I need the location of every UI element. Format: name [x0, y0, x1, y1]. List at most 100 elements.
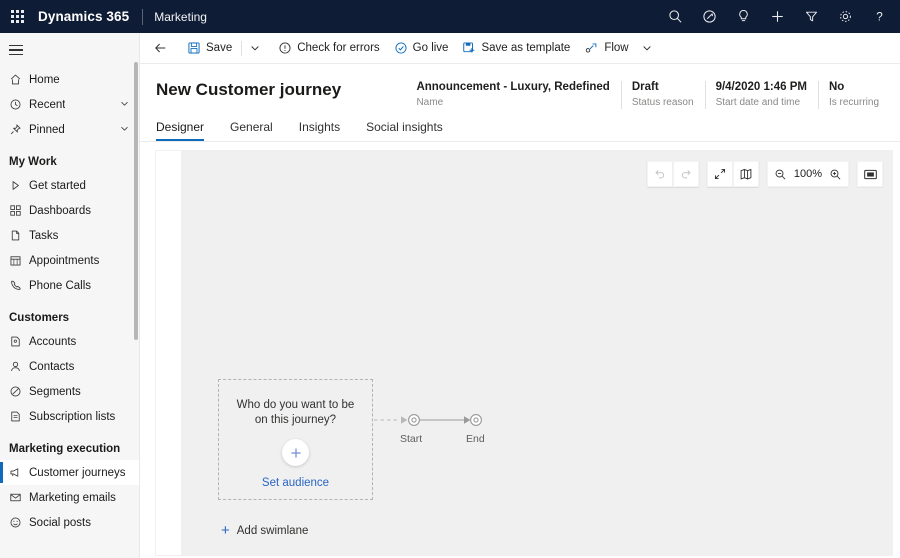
sidebar-item-recent[interactable]: Recent — [0, 92, 139, 117]
expand-button[interactable] — [706, 161, 733, 187]
metadata-label: Status reason — [631, 97, 694, 108]
back-arrow-icon — [153, 41, 168, 55]
save-as-template-button[interactable]: Save as template — [455, 33, 577, 64]
zoom-out-button[interactable] — [771, 161, 791, 187]
sidebar-item-segments[interactable]: Segments — [0, 379, 139, 404]
add-swimlane-button[interactable]: + Add swimlane — [221, 523, 308, 538]
help-icon[interactable]: ? — [862, 0, 896, 33]
zoom-in-button[interactable] — [825, 161, 845, 187]
segment-icon — [9, 385, 29, 398]
account-icon — [9, 335, 29, 348]
metadata-label: Name — [416, 97, 444, 108]
chevron-down-icon[interactable] — [120, 99, 129, 111]
flow-label: Flow — [604, 42, 629, 54]
sidebar-item-label: Tasks — [29, 229, 59, 242]
metadata-field-name[interactable]: Announcement - Luxury, Redefined Name — [405, 80, 620, 108]
svg-text:?: ? — [876, 11, 883, 24]
save-as-template-label: Save as template — [481, 42, 571, 54]
plus-icon — [290, 447, 301, 458]
save-options-button[interactable] — [244, 33, 271, 64]
sidebar-item-tasks[interactable]: Tasks — [0, 223, 139, 248]
check-circle-icon — [394, 41, 408, 55]
tab-designer[interactable]: Designer — [156, 120, 212, 141]
app-name-label[interactable]: Marketing — [154, 10, 207, 24]
check-for-errors-button[interactable]: Check for errors — [271, 33, 386, 64]
sidebar-group-marketing-execution: Marketing execution — [9, 443, 121, 455]
sidebar-item-subscription-lists[interactable]: Subscription lists — [0, 404, 139, 429]
sidebar-item-label: Home — [29, 73, 60, 86]
journey-flow-connector: Start End — [374, 409, 504, 454]
sidebar-item-label: Pinned — [29, 123, 65, 136]
set-audience-card[interactable]: Who do you want to be on this journey? S… — [218, 379, 373, 500]
back-button[interactable] — [146, 33, 180, 64]
flow-options-button[interactable] — [636, 33, 663, 64]
sidebar-item-customer-journeys[interactable]: Customer journeys — [0, 460, 139, 485]
search-icon[interactable] — [658, 0, 692, 33]
designer-surface: 100% Who do you want to be on this journ — [155, 150, 893, 556]
sidebar-item-phone-calls[interactable]: Phone Calls — [0, 273, 139, 298]
save-label: Save — [206, 42, 233, 54]
metadata-value: Draft — [631, 81, 659, 93]
command-divider — [241, 40, 243, 56]
plus-icon[interactable] — [760, 0, 794, 33]
fit-to-screen-button[interactable] — [857, 161, 883, 187]
journey-canvas[interactable]: 100% Who do you want to be on this journ — [181, 151, 892, 555]
go-live-button[interactable]: Go live — [387, 33, 456, 64]
flow-icon — [584, 41, 599, 55]
filter-icon[interactable] — [794, 0, 828, 33]
sidebar-item-home[interactable]: Home — [0, 67, 139, 92]
sidebar-item-label: Subscription lists — [29, 410, 116, 423]
gear-icon[interactable] — [828, 0, 862, 33]
sidebar-item-contacts[interactable]: Contacts — [0, 354, 139, 379]
metadata-value: 9/4/2020 1:46 PM — [715, 81, 807, 93]
tab-general[interactable]: General — [222, 120, 281, 141]
subscription-list-icon — [9, 410, 29, 423]
set-audience-link[interactable]: Set audience — [262, 477, 329, 489]
save-button[interactable]: Save — [180, 33, 239, 64]
lightbulb-icon[interactable] — [726, 0, 760, 33]
minimap-button[interactable] — [732, 161, 759, 187]
sidebar-item-get-started[interactable]: Get started — [0, 173, 139, 198]
metadata-value: Announcement - Luxury, Redefined — [416, 81, 610, 93]
metadata-value: No — [828, 81, 845, 93]
undo-redo-group — [646, 161, 699, 187]
designer-toolbar: 100% — [646, 161, 883, 187]
sidebar-item-label: Recent — [29, 98, 66, 111]
clock-icon — [9, 98, 29, 111]
sidebar-item-label: Marketing emails — [29, 491, 116, 504]
chevron-down-icon — [642, 43, 652, 53]
add-audience-button[interactable] — [282, 439, 309, 466]
envelope-icon — [9, 491, 29, 504]
undo-button[interactable] — [646, 161, 673, 187]
sidebar-item-label: Accounts — [29, 335, 77, 348]
tab-bar: Designer General Insights Social insight… — [140, 112, 900, 142]
flow-button[interactable]: Flow — [577, 33, 635, 64]
app-launcher-button[interactable] — [0, 0, 34, 33]
relevance-search-icon[interactable] — [692, 0, 726, 33]
tab-insights[interactable]: Insights — [291, 120, 348, 141]
sidebar-item-social-posts[interactable]: Social posts — [0, 510, 139, 535]
tab-social-insights[interactable]: Social insights — [358, 120, 451, 141]
sidebar-item-dashboards[interactable]: Dashboards — [0, 198, 139, 223]
metadata-field-start-date[interactable]: 9/4/2020 1:46 PM Start date and time — [704, 80, 818, 109]
main-content-area: Save Check for errors Go live Save as te… — [140, 33, 900, 558]
sidebar-scrollbar-thumb[interactable] — [133, 62, 138, 340]
view-group — [706, 161, 759, 187]
chevron-down-icon[interactable] — [120, 124, 129, 136]
sidebar-item-accounts[interactable]: Accounts — [0, 329, 139, 354]
brand-title[interactable]: Dynamics 365 — [38, 9, 129, 24]
sidebar-item-label: Customer journeys — [29, 466, 126, 479]
metadata-field-is-recurring[interactable]: No Is recurring — [817, 80, 890, 109]
sidebar-item-pinned[interactable]: Pinned — [0, 117, 139, 142]
redo-button[interactable] — [672, 161, 699, 187]
sidebar-item-label: Get started — [29, 179, 86, 192]
metadata-field-status-reason[interactable]: Draft Status reason — [620, 80, 705, 109]
dashboard-icon — [9, 204, 29, 217]
sitemap-toggle-button[interactable] — [0, 33, 139, 67]
top-nav-actions: ? — [658, 0, 900, 33]
audience-question-text: Who do you want to be on this journey? — [236, 399, 355, 426]
sidebar-item-marketing-emails[interactable]: Marketing emails — [0, 485, 139, 510]
task-icon — [9, 229, 29, 242]
sidebar-item-label: Appointments — [29, 254, 100, 267]
sidebar-item-appointments[interactable]: Appointments — [0, 248, 139, 273]
